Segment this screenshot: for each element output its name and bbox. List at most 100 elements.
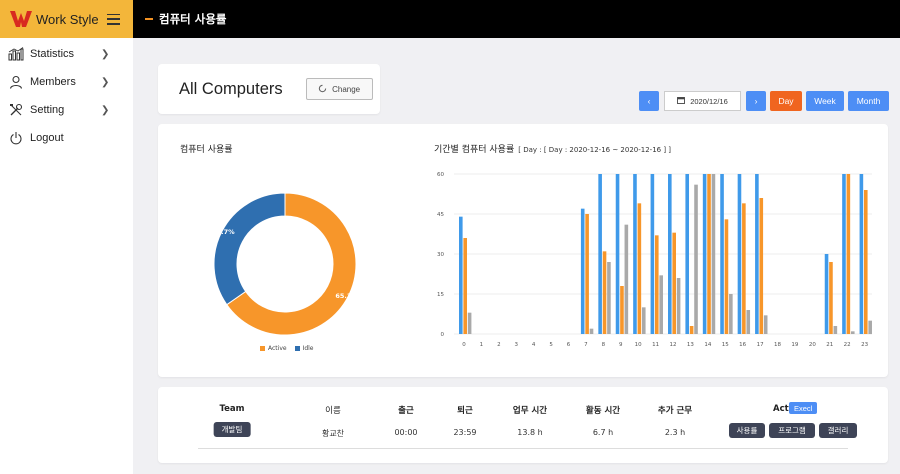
chevron-right-icon: ❯ xyxy=(101,48,110,60)
prev-date-button[interactable]: ‹ xyxy=(639,91,659,111)
x-tick-label: 17 xyxy=(757,342,764,348)
top-bar: 컴퓨터 사용률 xyxy=(133,0,900,38)
hamburger-menu-icon[interactable] xyxy=(106,13,120,25)
bar-11-s0 xyxy=(650,174,655,334)
date-picker[interactable]: 2020/12/16 xyxy=(664,91,741,111)
tools-icon xyxy=(8,102,24,118)
bar-7-s2 xyxy=(589,328,594,334)
chart-card: 컴퓨터 사용률 기간별 컴퓨터 사용률[ Day : [ Day : 2020-… xyxy=(158,124,888,377)
sidebar-item-label: Logout xyxy=(30,132,64,144)
x-tick-label: 6 xyxy=(567,342,571,348)
sidebar-item-members[interactable]: Members ❯ xyxy=(0,68,133,96)
month-button[interactable]: Month xyxy=(848,91,889,111)
x-tick-label: 10 xyxy=(635,342,642,348)
sidebar-item-label: Statistics xyxy=(30,48,75,60)
bar-17-s1 xyxy=(759,198,764,334)
bar-17-s0 xyxy=(755,174,759,334)
sidebar-item-setting[interactable]: Setting ❯ xyxy=(0,96,133,124)
change-button[interactable]: Change xyxy=(305,78,373,100)
x-tick-label: 16 xyxy=(739,342,746,348)
x-tick-label: 19 xyxy=(791,342,798,348)
chart-icon xyxy=(8,46,24,62)
x-tick-label: 2 xyxy=(497,342,501,348)
bar-17-s2 xyxy=(763,315,768,334)
bar-21-s1 xyxy=(829,262,833,334)
header-overtime: 추가 근무 xyxy=(657,406,693,416)
excel-button[interactable]: Execl xyxy=(789,402,818,414)
day-button[interactable]: Day xyxy=(770,91,802,111)
calendar-icon xyxy=(677,96,686,106)
bar-14-s1 xyxy=(707,174,711,334)
header-team: Team xyxy=(219,404,245,414)
x-tick-label: 13 xyxy=(687,342,694,348)
usage-button[interactable]: 사용률 xyxy=(729,423,765,438)
bar-8-s1 xyxy=(602,251,607,334)
x-tick-label: 4 xyxy=(532,342,536,348)
bar-8-s0 xyxy=(598,174,602,334)
x-tick-label: 9 xyxy=(619,342,623,348)
x-tick-label: 0 xyxy=(462,342,466,348)
bar-10-s1 xyxy=(637,203,642,334)
bar-23-s0 xyxy=(859,174,864,334)
bar-16-s1 xyxy=(742,203,746,334)
x-tick-label: 14 xyxy=(704,342,711,348)
bar-chart-title-wrap: 기간별 컴퓨터 사용률[ Day : [ Day : 2020-12-16 ~ … xyxy=(434,142,671,155)
cell-overtime: 2.3 h xyxy=(664,428,686,437)
bar-0-s0 xyxy=(459,216,463,334)
sidebar-item-label: Members xyxy=(30,76,76,88)
team-badge[interactable]: 개발팀 xyxy=(213,422,251,437)
bar-11-s2 xyxy=(659,275,663,334)
sidebar: Work Style Statistics ❯ Members ❯ Settin… xyxy=(0,0,133,474)
legend-label-active: Active xyxy=(268,345,287,352)
legend-swatch-active xyxy=(260,346,265,351)
header-start: 출근 xyxy=(398,406,414,416)
x-tick-label: 23 xyxy=(861,342,868,348)
page-title: 컴퓨터 사용률 xyxy=(159,12,227,26)
bar-21-s2 xyxy=(833,326,838,334)
next-date-button[interactable]: › xyxy=(746,91,766,111)
bar-7-s0 xyxy=(580,208,585,334)
cell-name: 황교찬 xyxy=(321,429,345,438)
table-divider xyxy=(198,448,848,449)
cell-work-time: 13.8 h xyxy=(517,428,543,437)
sidebar-item-statistics[interactable]: Statistics ❯ xyxy=(0,40,133,68)
legend-label-idle: Idle xyxy=(302,345,314,352)
donut-chart-title: 컴퓨터 사용률 xyxy=(180,145,233,155)
title-card: All Computers Change xyxy=(158,64,380,114)
section-title: All Computers xyxy=(179,79,283,98)
bar-chart: 0153045600 1 2 3 4 5 6 7 8 9 10 11 12 13 14 15 16 17 18 19 2… xyxy=(437,172,872,348)
donut-value-label: 65.3% xyxy=(335,292,358,300)
bar-0-s1 xyxy=(463,238,467,334)
y-tick-label: 0 xyxy=(441,332,445,338)
y-tick-label: 45 xyxy=(437,212,444,218)
sidebar-item-logout[interactable]: Logout xyxy=(0,124,133,152)
x-tick-label: 15 xyxy=(722,342,729,348)
header-active-time: 활동 시간 xyxy=(585,406,621,416)
x-tick-label: 21 xyxy=(826,342,833,348)
bar-16-s2 xyxy=(746,310,751,334)
cell-active-time: 6.7 h xyxy=(592,428,614,437)
week-button[interactable]: Week xyxy=(806,91,844,111)
program-button[interactable]: 프로그램 xyxy=(769,423,815,438)
cell-end: 23:59 xyxy=(453,428,477,437)
title-accent-dash xyxy=(145,18,153,20)
x-tick-label: 18 xyxy=(774,342,781,348)
main-content: All Computers Change ‹ 2020/12/16 › Day … xyxy=(133,38,900,474)
x-tick-label: 22 xyxy=(844,342,851,348)
power-icon xyxy=(8,130,24,146)
x-tick-label: 20 xyxy=(809,342,816,348)
bar-10-s2 xyxy=(641,307,646,334)
bar-13-s1 xyxy=(689,326,694,334)
bar-22-s0 xyxy=(842,174,846,334)
sidebar-nav: Statistics ❯ Members ❯ Setting ❯ Logout xyxy=(0,38,133,152)
cell-start: 00:00 xyxy=(394,428,418,437)
y-tick-label: 30 xyxy=(437,252,444,258)
x-tick-label: 8 xyxy=(602,342,606,348)
user-icon xyxy=(8,74,24,90)
bar-12-s1 xyxy=(672,232,676,334)
bar-12-s2 xyxy=(676,278,681,334)
bar-chart-range: [ Day : [ Day : 2020-12-16 ~ 2020-12-16 … xyxy=(518,146,672,154)
bar-21-s0 xyxy=(824,254,829,334)
donut-slice-idle xyxy=(213,192,286,306)
gallery-button[interactable]: 갤러리 xyxy=(819,423,857,438)
